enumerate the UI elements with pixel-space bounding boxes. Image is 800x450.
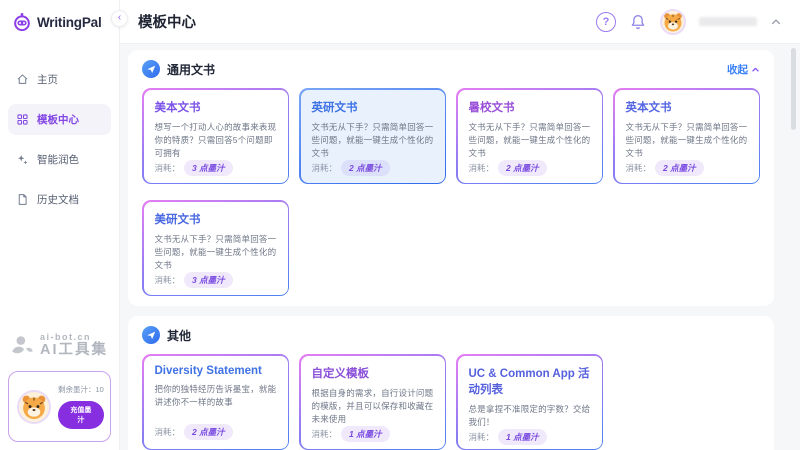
writingpal-robot-icon — [12, 12, 32, 32]
card-desc: 文书无从下手？只需简单回答一些问题，就能一键生成个性化的文书 — [626, 121, 748, 161]
section-general-docs: 通用文书 收起 美本文书 想写一个打动人心的故事来表现你的特质？只需回答5个问题… — [128, 50, 774, 306]
scrollbar-thumb[interactable] — [791, 48, 796, 130]
card-title: 英研文书 — [312, 99, 434, 115]
card-desc: 想写一个打动人心的故事来表现你的特质？只需回答5个问题即可拥有 — [155, 121, 277, 161]
section-title: 其他 — [167, 327, 191, 344]
sidebar-menu: 主页 模板中心 智能润色 历史文档 — [0, 64, 119, 215]
app-root: WritingPal 主页 模板中心 智能润色 历史文档 — [0, 0, 800, 450]
recharge-button[interactable]: 充值墨汁 — [58, 401, 104, 429]
sidebar-collapse-button[interactable]: ‹ — [111, 10, 128, 27]
sparkles-icon — [16, 153, 29, 166]
sidebar: WritingPal 主页 模板中心 智能润色 历史文档 — [0, 0, 120, 450]
card-desc: 总是拿捏不准限定的字数？交给我们！ — [469, 403, 591, 429]
cost-badge: 2 点墨汁 — [184, 424, 233, 440]
card-title: 英本文书 — [626, 99, 748, 115]
template-card[interactable]: 英研文书 文书无从下手？只需简单回答一些问题，就能一键生成个性化的文书 消耗：2… — [299, 88, 446, 184]
sidebar-item-history[interactable]: 历史文档 — [8, 184, 111, 215]
wallet-card: 剩余墨汁：10 充值墨汁 — [8, 371, 111, 442]
card-desc: 把你的独特经历告诉墨宝，就能讲述你不一样的故事 — [155, 383, 277, 409]
user-name-redacted — [699, 17, 757, 26]
template-card[interactable]: 美本文书 想写一个打动人心的故事来表现你的特质？只需回答5个问题即可拥有 消耗：… — [142, 88, 289, 184]
card-desc: 文书无从下手？只需简单回答一些问题，就能一键生成个性化的文书 — [312, 121, 434, 161]
grid-icon — [16, 113, 29, 126]
card-title: 自定义模板 — [312, 365, 434, 381]
card-grid: 美本文书 想写一个打动人心的故事来表现你的特质？只需回答5个问题即可拥有 消耗：… — [142, 88, 760, 296]
section-collapse-button[interactable]: 收起 — [727, 62, 760, 77]
sidebar-item-label: 模板中心 — [37, 112, 79, 127]
cost-badge: 1 点墨汁 — [341, 426, 390, 442]
document-icon — [16, 193, 29, 206]
cost-badge: 2 点墨汁 — [498, 160, 547, 176]
template-card[interactable]: 美研文书 文书无从下手？只需简单回答一些问题，就能一键生成个性化的文书 消耗：3… — [142, 200, 289, 296]
sidebar-item-polish[interactable]: 智能润色 — [8, 144, 111, 175]
main-area: ‹ 模板中心 ? — [120, 0, 800, 450]
sidebar-item-label: 历史文档 — [37, 192, 79, 207]
cost-badge: 3 点墨汁 — [184, 272, 233, 288]
cost-badge: 3 点墨汁 — [184, 160, 233, 176]
card-desc: 根据自身的需求，自行设计问题的模版，并且可以保存和收藏在未来使用 — [312, 387, 434, 427]
card-title: 暑校文书 — [469, 99, 591, 115]
card-grid: Diversity Statement 把你的独特经历告诉墨宝，就能讲述你不一样… — [142, 354, 760, 450]
header-actions: ? — [596, 9, 782, 35]
watermark: ai-bot.cn AI工具集 — [0, 333, 119, 371]
section-title: 通用文书 — [167, 61, 215, 78]
card-title: 美本文书 — [155, 99, 277, 115]
page-title: 模板中心 — [138, 11, 596, 32]
content-area: 通用文书 收起 美本文书 想写一个打动人心的故事来表现你的特质？只需回答5个问题… — [120, 44, 800, 450]
sidebar-item-templates[interactable]: 模板中心 — [8, 104, 111, 135]
chevron-up-icon — [751, 65, 760, 74]
sidebar-item-home[interactable]: 主页 — [8, 64, 111, 95]
logo[interactable]: WritingPal — [0, 0, 119, 40]
logo-text: WritingPal — [37, 15, 102, 30]
cost-label: 消耗： — [155, 426, 181, 438]
user-avatar[interactable] — [660, 9, 686, 35]
sidebar-item-label: 智能润色 — [37, 152, 79, 167]
help-icon[interactable]: ? — [596, 12, 616, 32]
top-header: 模板中心 ? — [120, 0, 800, 44]
ai-bot-logo-icon — [10, 333, 36, 359]
cost-badge: 2 点墨汁 — [655, 160, 704, 176]
paper-plane-icon — [142, 326, 160, 344]
cost-label: 消耗： — [626, 162, 652, 174]
template-card[interactable]: 英本文书 文书无从下手？只需简单回答一些问题，就能一键生成个性化的文书 消耗：2… — [613, 88, 760, 184]
cost-label: 消耗： — [469, 162, 495, 174]
template-card[interactable]: 暑校文书 文书无从下手？只需简单回答一些问题，就能一键生成个性化的文书 消耗：2… — [456, 88, 603, 184]
template-card[interactable]: UC & Common App 活动列表 总是拿捏不准限定的字数？交给我们！ 消… — [456, 354, 603, 450]
cost-label: 消耗： — [155, 274, 181, 286]
card-desc: 文书无从下手？只需简单回答一些问题，就能一键生成个性化的文书 — [469, 121, 591, 161]
sidebar-item-label: 主页 — [37, 72, 58, 87]
tiger-avatar — [17, 390, 51, 424]
card-title: 美研文书 — [155, 211, 277, 227]
template-card[interactable]: 自定义模板 根据自身的需求，自行设计问题的模版，并且可以保存和收藏在未来使用 消… — [299, 354, 446, 450]
cost-label: 消耗： — [155, 162, 181, 174]
user-menu-chevron-icon[interactable] — [770, 16, 782, 28]
paper-plane-icon — [142, 60, 160, 78]
section-others: 其他 Diversity Statement 把你的独特经历告诉墨宝，就能讲述你… — [128, 316, 774, 450]
template-card[interactable]: Diversity Statement 把你的独特经历告诉墨宝，就能讲述你不一样… — [142, 354, 289, 450]
cost-badge: 1 点墨汁 — [498, 429, 547, 445]
cost-badge: 2 点墨汁 — [341, 160, 390, 176]
card-desc: 文书无从下手？只需简单回答一些问题，就能一键生成个性化的文书 — [155, 233, 277, 273]
card-title: Diversity Statement — [155, 365, 277, 377]
home-icon — [16, 73, 29, 86]
cost-label: 消耗： — [469, 431, 495, 443]
card-title: UC & Common App 活动列表 — [469, 365, 591, 397]
watermark-line2: AI工具集 — [40, 343, 108, 359]
remaining-ink-label: 剩余墨汁：10 — [58, 384, 104, 395]
cost-label: 消耗： — [312, 428, 338, 440]
bell-icon[interactable] — [629, 13, 647, 31]
cost-label: 消耗： — [312, 162, 338, 174]
